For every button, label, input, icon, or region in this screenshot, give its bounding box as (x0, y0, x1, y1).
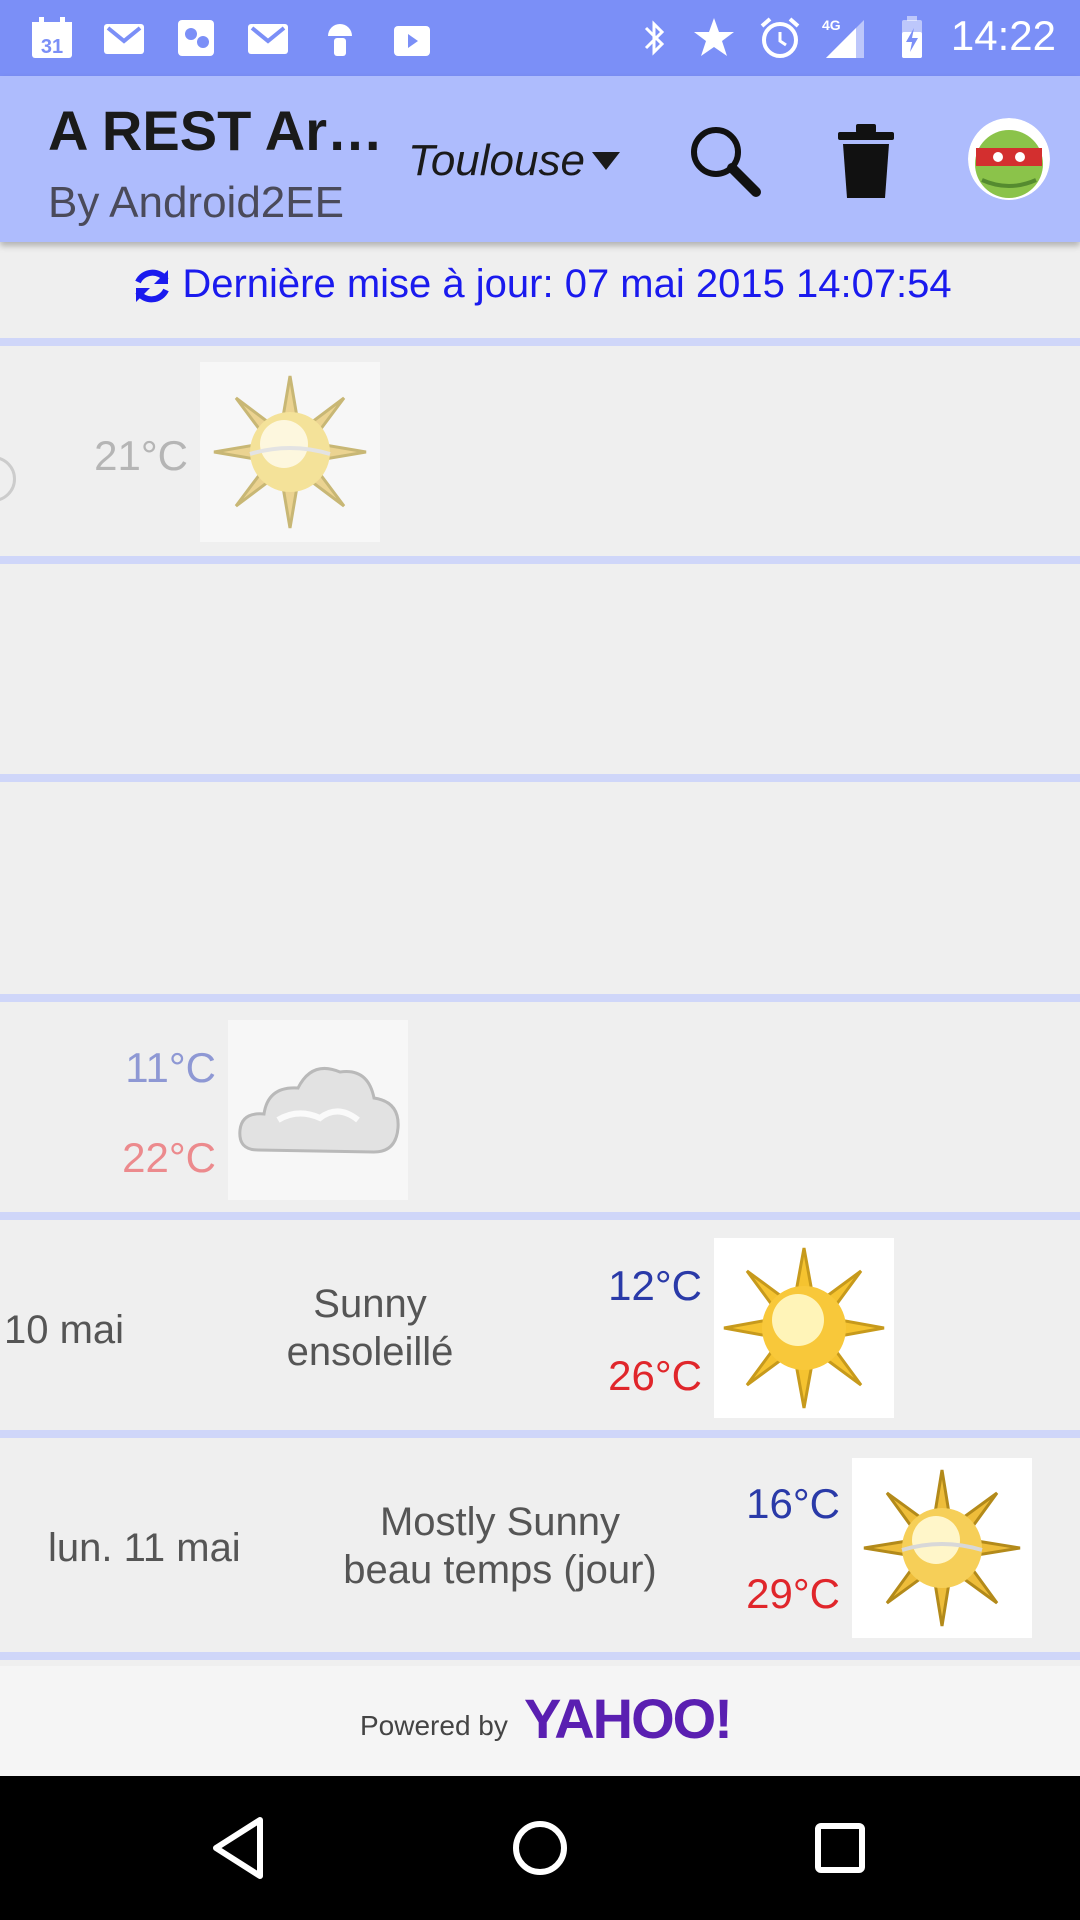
divider (0, 556, 1080, 564)
trash-icon[interactable] (834, 122, 898, 200)
forecast-row[interactable]: 10 mai Sunny ensoleillé 12°C 26°C (0, 1220, 1080, 1428)
forecast-row[interactable]: lun. 11 mai Mostly Sunny beau temps (jou… (0, 1438, 1080, 1646)
forecast-description: Mostly Sunny beau temps (jour) (320, 1498, 680, 1594)
back-icon[interactable] (204, 1812, 276, 1884)
avatar[interactable] (968, 118, 1050, 200)
play-movies-icon (394, 26, 430, 56)
temp-low: 11°C (125, 1044, 216, 1091)
temp-high: 26°C (608, 1352, 702, 1399)
search-icon[interactable] (686, 122, 764, 200)
battery-charging-icon (902, 16, 922, 58)
forecast-row[interactable]: 21°C (0, 346, 1080, 554)
star-icon (694, 18, 734, 56)
network-type: 4G (822, 17, 841, 33)
description-fr: beau temps (jour) (343, 1548, 657, 1592)
weather-image (200, 362, 380, 542)
bluetooth-icon (644, 20, 665, 56)
sun-icon (863, 1469, 1021, 1627)
refresh-icon[interactable] (128, 262, 176, 310)
dropdown-arrow-icon[interactable] (590, 150, 622, 172)
divider (0, 774, 1080, 782)
forecast-row[interactable] (0, 564, 1080, 772)
calendar-day: 31 (41, 36, 63, 58)
android-avatar-icon (968, 118, 1050, 200)
description-fr: ensoleillé (286, 1330, 454, 1374)
forecast-row[interactable] (0, 782, 1080, 990)
forecast-row[interactable]: 11°C 22°C (0, 1002, 1080, 1210)
forecast-date: lun. 11 mai (48, 1526, 241, 1570)
gmail-icon (104, 24, 144, 54)
yahoo-attribution[interactable]: Powered by YAHOO! (0, 1666, 1080, 1776)
app-title: A REST Ar… (48, 99, 383, 162)
app-subtitle: By Android2EE (48, 178, 344, 227)
alarm-icon (760, 17, 800, 58)
android-debug-icon (328, 24, 352, 56)
last-update-text: Dernière mise à jour: 07 mai 2015 14:07:… (182, 262, 952, 306)
forecast-date: 10 mai (4, 1308, 125, 1352)
temp-low: 21°C (94, 432, 188, 479)
app-bar: A REST Ar… By Android2EE Toulouse (0, 76, 1080, 242)
swipe-indicator (0, 456, 16, 502)
city-spinner[interactable]: Toulouse (408, 136, 585, 186)
yahoo-logo: YAHOO! (524, 1687, 733, 1750)
calendar-icon: 31 (32, 17, 72, 58)
recents-icon[interactable] (804, 1812, 876, 1884)
divider (0, 1430, 1080, 1438)
divider (0, 1652, 1080, 1660)
weather-image (714, 1238, 894, 1418)
temp-low: 16°C (746, 1480, 840, 1527)
divider (0, 338, 1080, 346)
divider (0, 994, 1080, 1002)
sun-icon (723, 1247, 885, 1409)
last-update-banner[interactable]: Dernière mise à jour: 07 mai 2015 14:07:… (0, 262, 1080, 310)
gmail-icon (248, 24, 288, 54)
sun-icon (213, 375, 367, 529)
signal-icon: 4G (822, 17, 864, 58)
divider (0, 1212, 1080, 1220)
home-icon[interactable] (504, 1812, 576, 1884)
weather-image (228, 1020, 408, 1200)
status-bar: 31 4G 14:22 (0, 0, 1080, 76)
hangouts-icon (178, 20, 214, 56)
weather-image (852, 1458, 1032, 1638)
powered-by-text: Powered by (360, 1710, 508, 1741)
navigation-bar (0, 1776, 1080, 1920)
temp-low: 12°C (608, 1262, 702, 1309)
forecast-description: Sunny ensoleillé (250, 1280, 490, 1376)
description-en: Mostly Sunny (379, 1500, 621, 1544)
clock: 14:22 (950, 12, 1056, 59)
temp-high: 29°C (746, 1570, 840, 1617)
temp-high: 22°C (122, 1134, 216, 1181)
cloud-icon (238, 1067, 400, 1154)
description-en: Sunny (313, 1282, 427, 1326)
